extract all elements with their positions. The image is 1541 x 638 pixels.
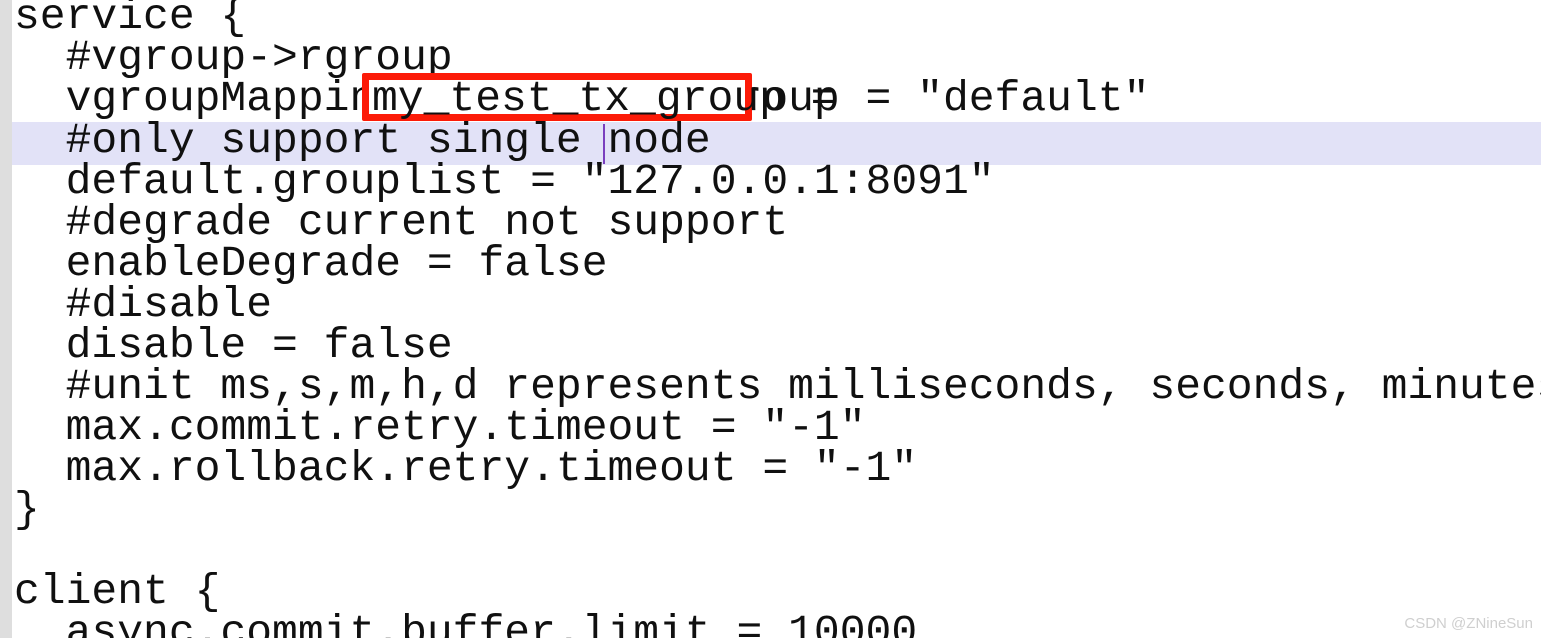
- screenshot-root: service { #vgroup->rgroup vgroupMapping.…: [0, 0, 1541, 638]
- code-line-8[interactable]: #disable: [12, 283, 272, 326]
- code-line-4[interactable]: #only support single node: [12, 119, 711, 162]
- code-line-11[interactable]: max.commit.retry.timeout = "-1": [12, 406, 866, 449]
- code-line-1[interactable]: service {: [12, 0, 246, 38]
- code-line-6[interactable]: #degrade current not support: [12, 201, 789, 244]
- code-line-10[interactable]: #unit ms,s,m,h,d represents milliseconds…: [12, 365, 1541, 408]
- code-line-9[interactable]: disable = false: [12, 324, 453, 367]
- code-line-2[interactable]: #vgroup->rgroup: [12, 36, 453, 79]
- code-line-16[interactable]: async.commit.buffer.limit = 10000: [12, 611, 918, 638]
- code-line-13[interactable]: }: [12, 488, 40, 531]
- code-line-12[interactable]: max.rollback.retry.timeout = "-1": [12, 447, 918, 490]
- editor-gutter: [0, 0, 12, 638]
- code-line-14[interactable]: [12, 530, 14, 571]
- code-line-5[interactable]: default.grouplist = "127.0.0.1:8091": [12, 160, 995, 203]
- code-line-7[interactable]: enableDegrade = false: [12, 242, 608, 285]
- code-line-15[interactable]: client {: [12, 570, 220, 613]
- watermark-label: CSDN @ZNineSun: [1404, 615, 1533, 632]
- text-caret: [603, 124, 605, 164]
- annotated-code-fragment: my_test_tx_group =: [372, 74, 837, 123]
